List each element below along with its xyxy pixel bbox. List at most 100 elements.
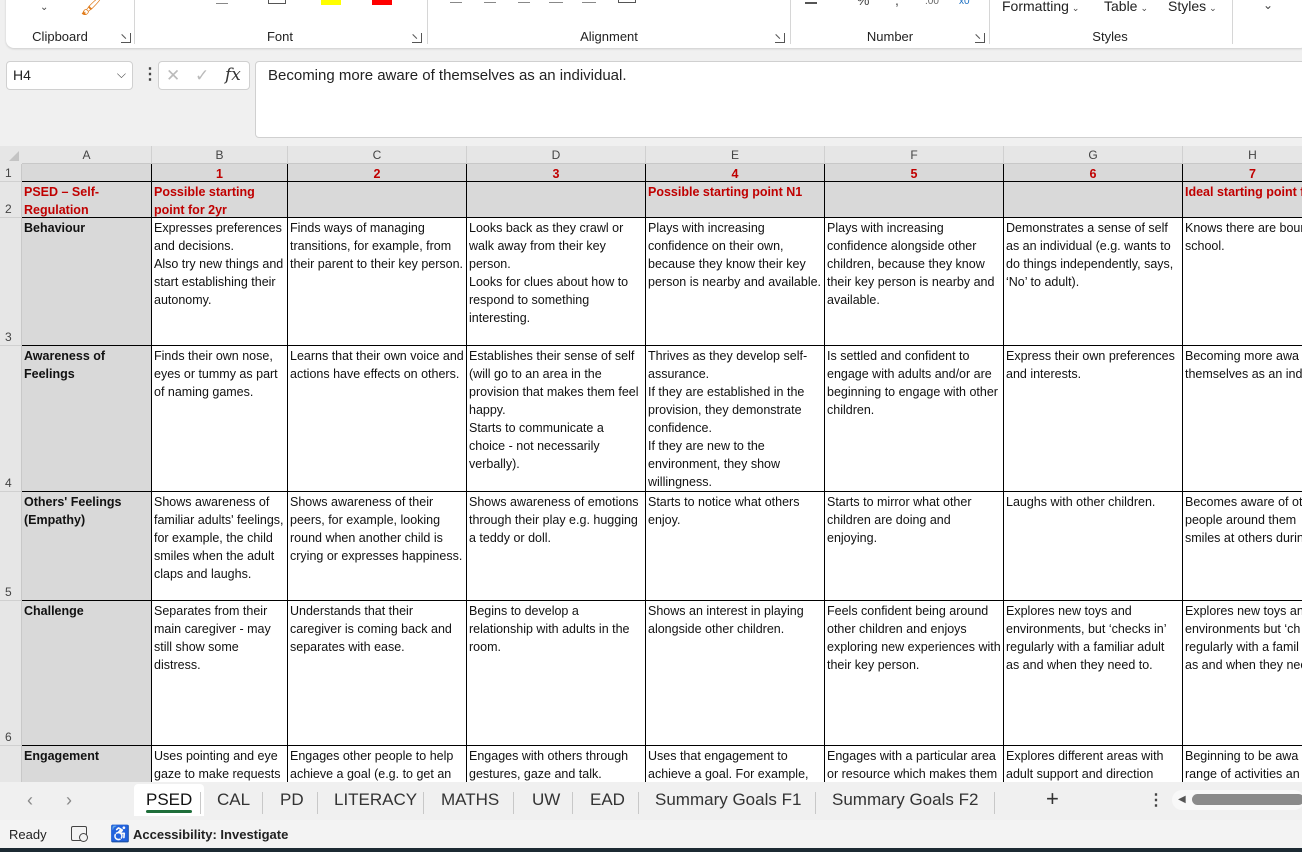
column-header-c[interactable]: C: [288, 146, 467, 164]
starting-point-cell[interactable]: Possible starting point for 2yr: [152, 182, 288, 218]
add-sheet-button[interactable]: +: [1046, 786, 1059, 812]
descriptor-cell[interactable]: Engages with a particular area or resour…: [825, 746, 1004, 782]
accounting-format-icon[interactable]: [805, 0, 817, 4]
sheet-tab-psed[interactable]: PSED: [134, 784, 205, 816]
clipboard-launcher-icon[interactable]: [121, 33, 131, 43]
paste-dropdown-chevron-icon[interactable]: ⌄: [40, 2, 48, 13]
formula-input[interactable]: Becoming more aware of themselves as an …: [255, 61, 1302, 138]
level-number-cell[interactable]: 5: [825, 164, 1004, 182]
sheet-tab-uw[interactable]: UW: [520, 784, 572, 816]
cell-styles-button[interactable]: Styles ⌄: [1168, 0, 1217, 14]
column-header-b[interactable]: B: [152, 146, 288, 164]
font-size-decrease-icon[interactable]: [216, 3, 228, 4]
row-header[interactable]: 4: [0, 346, 22, 492]
borders-icon[interactable]: [268, 0, 286, 4]
aspect-label-cell[interactable]: Others' Feelings (Empathy): [22, 492, 152, 601]
sheet-tab-maths[interactable]: MATHS: [429, 784, 511, 816]
starting-point-cell[interactable]: [825, 182, 1004, 218]
enter-icon[interactable]: ✓: [195, 66, 209, 86]
descriptor-cell[interactable]: Uses pointing and eye gaze to make reque…: [152, 746, 288, 782]
merge-center-icon[interactable]: [618, 0, 636, 3]
descriptor-cell[interactable]: Laughs with other children.: [1004, 492, 1183, 601]
row-header[interactable]: 1: [0, 164, 22, 182]
column-header-e[interactable]: E: [646, 146, 825, 164]
column-header-g[interactable]: G: [1004, 146, 1183, 164]
select-all-corner[interactable]: [0, 146, 22, 164]
descriptor-cell[interactable]: Explores new toys and environments, but …: [1004, 601, 1183, 746]
descriptor-cell[interactable]: Engages other people to help achieve a g…: [288, 746, 467, 782]
descriptor-cell[interactable]: Engages with others through gestures, ga…: [467, 746, 646, 782]
scroll-left-icon[interactable]: ◀: [1178, 794, 1186, 805]
sheet-tab-summary-goals-f2[interactable]: Summary Goals F2: [820, 784, 990, 816]
descriptor-cell[interactable]: Demonstrates a sense of self as an indiv…: [1004, 218, 1183, 346]
descriptor-cell[interactable]: Starts to notice what others enjoy.: [646, 492, 825, 601]
descriptor-cell[interactable]: Uses that engagement to achieve a goal. …: [646, 746, 825, 782]
descriptor-cell[interactable]: Begins to develop a relationship with ad…: [467, 601, 646, 746]
horizontal-scrollbar[interactable]: ◀: [1172, 790, 1302, 810]
descriptor-cell[interactable]: Express their own preferences and intere…: [1004, 346, 1183, 492]
descriptor-cell[interactable]: Plays with increasing confidence on thei…: [646, 218, 825, 346]
aspect-label-cell[interactable]: Challenge: [22, 601, 152, 746]
descriptor-cell[interactable]: Beginning to be awa range of activities …: [1183, 746, 1302, 782]
descriptor-cell[interactable]: Finds their own nose, eyes or tummy as p…: [152, 346, 288, 492]
previous-sheet-icon[interactable]: ‹: [27, 790, 33, 811]
scrollbar-thumb[interactable]: [1192, 794, 1302, 805]
align-center-icon[interactable]: [484, 2, 496, 3]
ribbon-expand-chevron-icon[interactable]: ⌄: [1263, 0, 1273, 12]
descriptor-cell[interactable]: Starts to mirror what other children are…: [825, 492, 1004, 601]
increase-indent-icon[interactable]: [582, 2, 596, 3]
align-left-icon[interactable]: [450, 2, 462, 3]
descriptor-cell[interactable]: Looks back as they crawl or walk away fr…: [467, 218, 646, 346]
descriptor-cell[interactable]: Shows an interest in playing alongside o…: [646, 601, 825, 746]
more-options-icon[interactable]: ⋮: [142, 64, 158, 84]
sheet-tab-pd[interactable]: PD: [268, 784, 316, 816]
descriptor-cell[interactable]: Explores different areas with adult supp…: [1004, 746, 1183, 782]
font-color-swatch[interactable]: [372, 0, 392, 5]
starting-point-cell[interactable]: [467, 182, 646, 218]
row-header[interactable]: 5: [0, 492, 22, 601]
column-header-d[interactable]: D: [467, 146, 646, 164]
conditional-formatting-button[interactable]: Formatting ⌄: [1002, 0, 1079, 14]
starting-point-cell[interactable]: [288, 182, 467, 218]
descriptor-cell[interactable]: Establishes their sense of self (will go…: [467, 346, 646, 492]
level-number-cell[interactable]: 3: [467, 164, 646, 182]
descriptor-cell[interactable]: Understands that their caregiver is comi…: [288, 601, 467, 746]
aspect-label-cell[interactable]: Behaviour: [22, 218, 152, 346]
highlight-color-swatch[interactable]: [321, 0, 341, 5]
descriptor-cell[interactable]: Expresses preferences and decisions. Als…: [152, 218, 288, 346]
descriptor-cell[interactable]: Plays with increasing confidence alongsi…: [825, 218, 1004, 346]
accessibility-icon[interactable]: ♿: [110, 824, 130, 844]
cancel-icon[interactable]: ✕: [166, 66, 180, 86]
insert-function-icon[interactable]: fx: [225, 65, 241, 85]
sheet-tab-cal[interactable]: CAL: [205, 784, 262, 816]
starting-point-cell[interactable]: [1004, 182, 1183, 218]
descriptor-cell[interactable]: Explores new toys an environments but ‘c…: [1183, 601, 1302, 746]
next-sheet-icon[interactable]: ›: [66, 790, 72, 811]
alignment-launcher-icon[interactable]: [775, 33, 785, 43]
level-number-cell[interactable]: 6: [1004, 164, 1183, 182]
format-as-table-button[interactable]: Table ⌄: [1104, 0, 1148, 14]
number-launcher-icon[interactable]: [975, 33, 985, 43]
row-header[interactable]: 2: [0, 182, 22, 218]
chevron-down-icon[interactable]: ⌵: [117, 67, 126, 82]
macro-recording-icon[interactable]: [71, 826, 88, 842]
sheet-tab-ead[interactable]: EAD: [578, 784, 637, 816]
row-header[interactable]: 6: [0, 601, 22, 746]
level-number-cell[interactable]: 4: [646, 164, 825, 182]
accessibility-status[interactable]: Accessibility: Investigate: [133, 827, 288, 842]
column-header-h[interactable]: H: [1183, 146, 1302, 164]
row-header[interactable]: [0, 746, 22, 782]
descriptor-cell[interactable]: Thrives as they develop self-assurance. …: [646, 346, 825, 492]
more-sheets-icon[interactable]: ⋮: [1148, 790, 1164, 810]
descriptor-cell[interactable]: Feels confident being around other child…: [825, 601, 1004, 746]
level-number-cell[interactable]: 1: [152, 164, 288, 182]
level-number-cell[interactable]: 7: [1183, 164, 1302, 182]
descriptor-cell[interactable]: Shows awareness of their peers, for exam…: [288, 492, 467, 601]
starting-point-cell[interactable]: Ideal starting point f: [1183, 182, 1302, 218]
descriptor-cell[interactable]: Finds ways of managing transitions, for …: [288, 218, 467, 346]
increase-decimal-icon[interactable]: .00: [925, 0, 939, 7]
sheet-tab-literacy[interactable]: LITERACY: [322, 784, 429, 816]
descriptor-cell[interactable]: Shows awareness of emotions through thei…: [467, 492, 646, 601]
row-header[interactable]: 3: [0, 218, 22, 346]
decrease-decimal-icon[interactable]: x0: [959, 0, 970, 7]
